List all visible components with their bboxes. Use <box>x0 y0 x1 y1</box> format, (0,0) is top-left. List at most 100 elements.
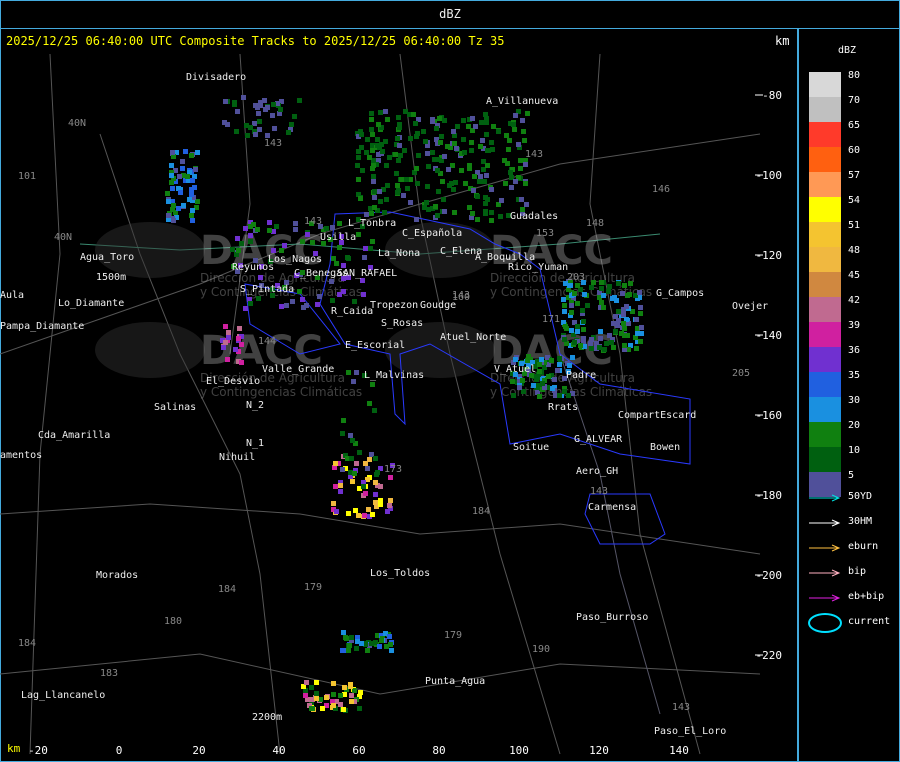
radar-cell <box>472 174 477 179</box>
radar-cell <box>223 340 228 345</box>
radar-cell <box>331 256 336 261</box>
radar-cell <box>369 127 374 132</box>
place-label: Cda_Amarilla <box>38 430 110 441</box>
radar-cell <box>467 205 472 210</box>
radar-cell <box>512 127 517 132</box>
radar-cell <box>578 343 583 348</box>
radar-cell <box>369 641 374 646</box>
place-label: V_Atuel <box>494 364 536 375</box>
place-label: Salinas <box>154 402 196 413</box>
radar-cell <box>365 466 370 471</box>
radar-cell <box>282 243 287 248</box>
legend-swatch <box>809 347 841 372</box>
radar-cell <box>310 706 315 711</box>
radar-cell <box>256 296 261 301</box>
radar-map[interactable]: DACCDirección de Agriculturay Contingenc… <box>0 54 797 761</box>
radar-cell <box>585 303 590 308</box>
radar-cell <box>451 129 456 134</box>
radar-cell <box>638 339 643 344</box>
place-label: S_Pintada <box>240 284 294 295</box>
radar-cell <box>340 648 345 653</box>
radar-cell <box>169 163 174 168</box>
radar-cell <box>422 205 427 210</box>
route-number: 190 <box>532 644 550 655</box>
radar-cell <box>338 489 343 494</box>
radar-cell <box>389 648 394 653</box>
radar-cell <box>414 166 419 171</box>
radar-cell <box>314 680 319 685</box>
x-tick-label: 40 <box>272 744 285 757</box>
place-label: Nihuil <box>219 452 255 463</box>
radar-cell <box>414 217 419 222</box>
place-label: Rico_Yuman <box>508 262 568 273</box>
radar-cell <box>627 292 632 297</box>
radar-cell <box>341 289 346 294</box>
radar-cell <box>549 358 554 363</box>
radar-cell <box>478 144 483 149</box>
legend-level-label: 54 <box>848 195 861 206</box>
km-label-top: km <box>775 34 790 48</box>
legend-level-label: 30 <box>848 395 861 406</box>
radar-cell <box>508 170 513 175</box>
radar-cell <box>503 181 508 186</box>
radar-cell <box>399 177 404 182</box>
radar-cell <box>190 218 195 223</box>
radar-cell <box>438 140 443 145</box>
radar-cell <box>489 140 494 145</box>
place-label: Paso_El_Loro <box>654 726 726 737</box>
radar-cell <box>447 183 452 188</box>
track-arrow-icon <box>809 594 841 602</box>
watermark-logo <box>95 322 205 378</box>
radar-cell <box>426 164 431 169</box>
legend-swatch <box>809 297 841 322</box>
radar-cell <box>439 134 444 139</box>
radar-cell <box>169 173 174 178</box>
radar-cell <box>440 179 445 184</box>
radar-cell <box>609 340 614 345</box>
radar-cell <box>599 286 604 291</box>
place-label: Tropezon <box>370 300 418 311</box>
radar-cell <box>499 198 504 203</box>
radar-cell <box>498 214 503 219</box>
radar-cell <box>395 183 400 188</box>
radar-cell <box>348 684 353 689</box>
radar-cell <box>223 99 228 104</box>
radar-cell <box>575 324 580 329</box>
radar-cell <box>346 648 351 653</box>
radar-cell <box>622 283 627 288</box>
radar-cell <box>415 131 420 136</box>
legend-level-label: 51 <box>848 220 861 231</box>
radar-cell <box>396 158 401 163</box>
radar-cell <box>518 166 523 171</box>
radar-cell <box>491 124 496 129</box>
radar-cell <box>526 354 531 359</box>
radar-cell <box>589 337 594 342</box>
radar-cell <box>435 157 440 162</box>
radar-cell <box>366 507 371 512</box>
radar-cell <box>329 279 334 284</box>
radar-cell <box>569 303 574 308</box>
radar-cell <box>361 292 366 297</box>
place-label: Soitue <box>513 442 549 453</box>
place-label: Los_Nagos <box>268 254 322 265</box>
radar-cell <box>279 248 284 253</box>
radar-cell <box>604 341 609 346</box>
radar-cell <box>370 382 375 387</box>
radar-cell <box>575 283 580 288</box>
legend-level-label: 10 <box>848 445 861 456</box>
radar-cell <box>267 228 272 233</box>
radar-cell <box>369 111 374 116</box>
radar-cell <box>330 225 335 230</box>
radar-cell <box>373 492 378 497</box>
radar-cell <box>510 379 515 384</box>
radar-cell <box>470 116 475 121</box>
radar-cell <box>377 189 382 194</box>
radar-cell <box>370 512 375 517</box>
radar-cell <box>523 181 528 186</box>
radar-cell <box>388 475 393 480</box>
radar-cell <box>408 200 413 205</box>
radar-cell <box>357 450 362 455</box>
radar-cell <box>485 163 490 168</box>
radar-cell <box>473 124 478 129</box>
radar-cell <box>337 221 342 226</box>
